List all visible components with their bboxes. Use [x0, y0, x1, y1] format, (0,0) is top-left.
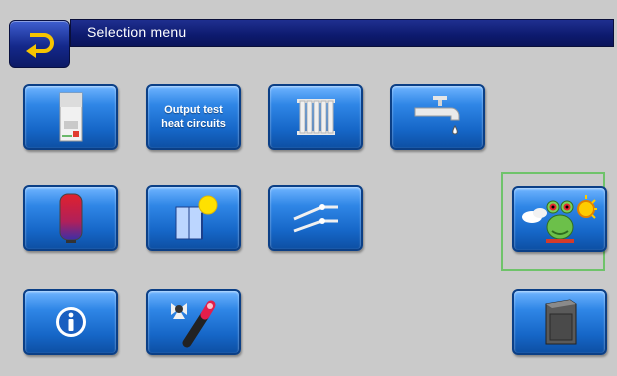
back-button[interactable] — [9, 20, 70, 68]
solar-button[interactable] — [146, 185, 241, 251]
solar-panel-icon — [175, 195, 217, 240]
buffer-tank-button[interactable] — [23, 185, 118, 251]
pellet-storage-button[interactable] — [512, 289, 607, 355]
hot-water-button[interactable] — [390, 84, 485, 150]
frog-button[interactable] — [512, 186, 607, 252]
pellet-storage-icon — [545, 299, 576, 345]
output-test-heat-circuits-button[interactable]: Output test heat circuits — [146, 84, 241, 150]
radiator-icon — [296, 99, 335, 135]
frog-mascot-icon — [521, 195, 597, 243]
fan-and-valve-icon — [170, 300, 215, 348]
circulation-switch-icon — [292, 204, 338, 233]
hot-water-tap-icon — [414, 96, 459, 135]
info-icon — [55, 307, 86, 337]
output-test-label-line2: heat circuits — [161, 118, 226, 130]
title-bar: Selection menu — [70, 19, 614, 47]
page-title: Selection menu — [87, 24, 187, 40]
heating-circuit-button[interactable] — [268, 84, 363, 150]
boiler-icon — [59, 92, 82, 142]
boiler-button[interactable] — [23, 84, 118, 150]
back-arrow-icon — [26, 33, 54, 58]
output-test-label: Output test heat circuits — [148, 103, 239, 131]
output-test-label-line1: Output test — [164, 104, 223, 116]
buffer-tank-icon — [59, 193, 82, 243]
screen: Selection menu Output test heat circuits — [0, 0, 617, 376]
circulation-button[interactable] — [268, 185, 363, 251]
info-button[interactable] — [23, 289, 118, 355]
actuators-button[interactable] — [146, 289, 241, 355]
